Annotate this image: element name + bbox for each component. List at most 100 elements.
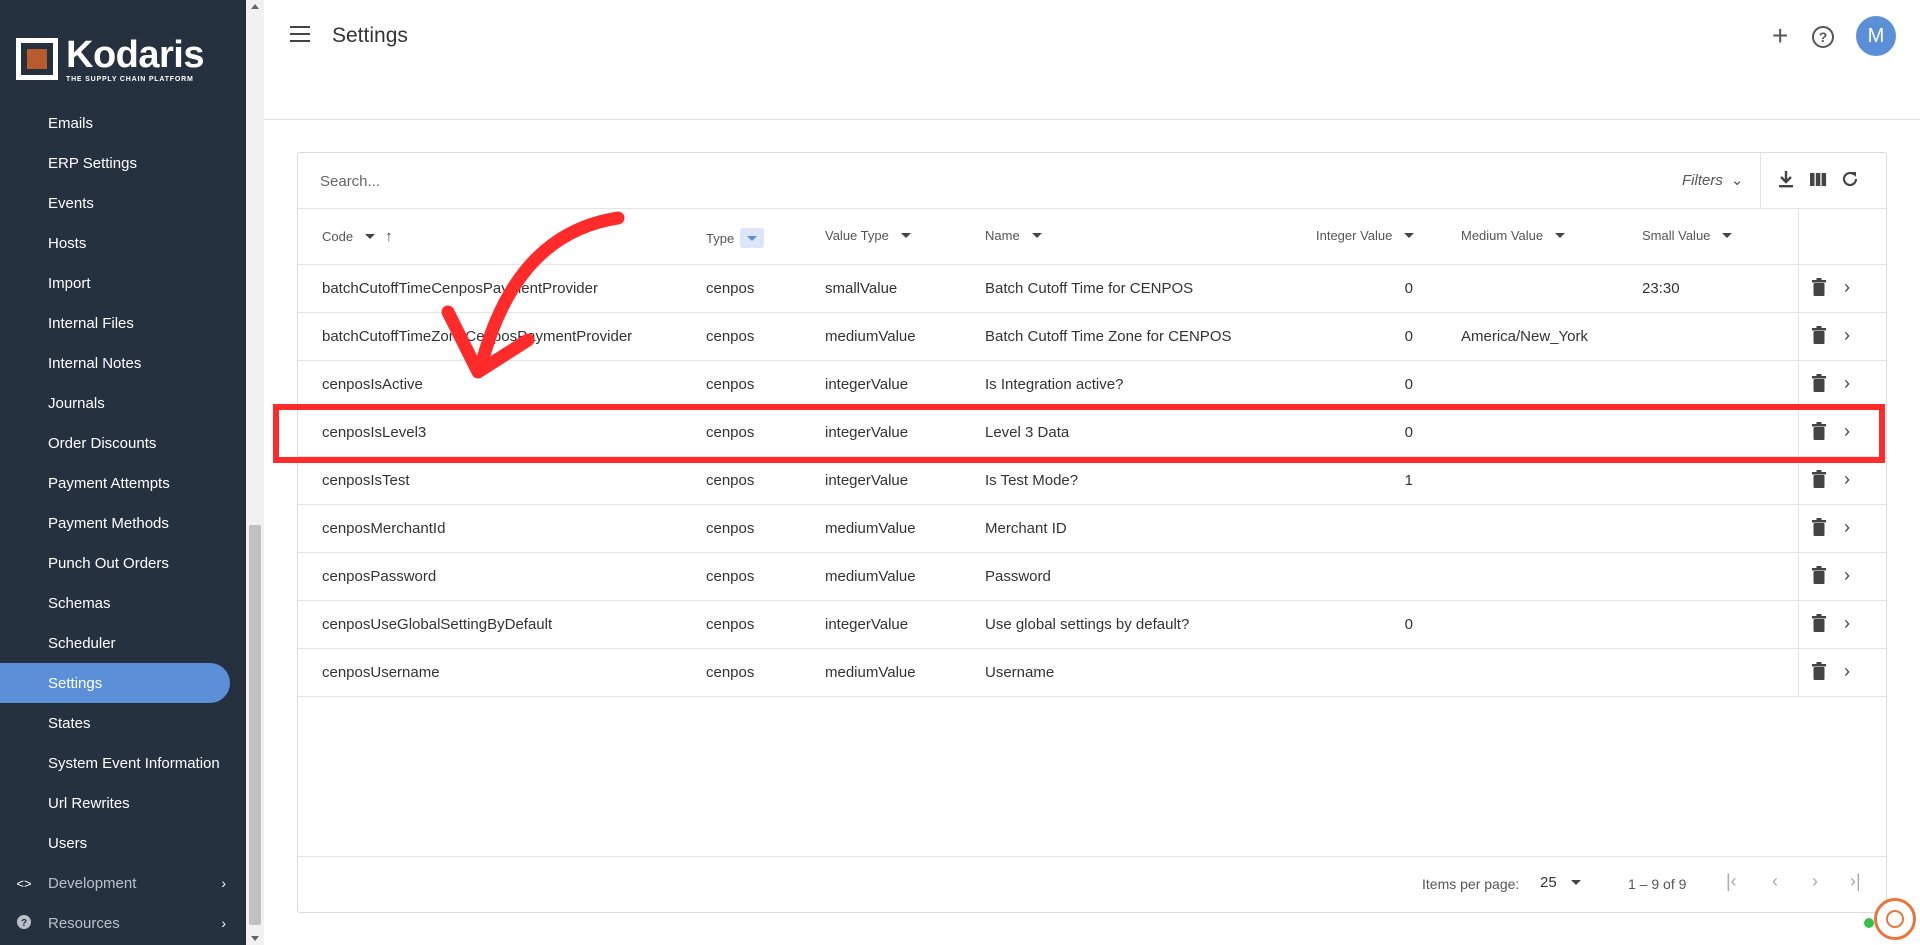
- filters-dropdown[interactable]: Filters ⌄: [1682, 171, 1743, 189]
- delete-icon[interactable]: [1812, 662, 1826, 680]
- menu-icon[interactable]: [290, 26, 312, 46]
- sidebar-item-emails[interactable]: Emails: [0, 103, 246, 143]
- scroll-down-icon[interactable]: [251, 936, 259, 941]
- help-circle-icon: ?: [14, 914, 34, 932]
- chevron-right-icon[interactable]: ›: [1844, 277, 1850, 298]
- scroll-up-icon[interactable]: [251, 4, 259, 9]
- table-footer: Items per page: 25 1 – 9 of 9 |‹ ‹ › ›|: [298, 856, 1886, 912]
- sidebar-group-label: Development: [48, 874, 137, 892]
- delete-icon[interactable]: [1812, 326, 1826, 344]
- column-header-small-value[interactable]: Small Value: [1642, 228, 1733, 243]
- first-page-icon[interactable]: |‹: [1726, 871, 1737, 892]
- filter-dropdown-icon[interactable]: [740, 228, 765, 248]
- column-header-name[interactable]: Name: [985, 228, 1042, 243]
- refresh-icon[interactable]: [1840, 169, 1862, 191]
- chevron-right-icon[interactable]: ›: [1844, 325, 1850, 346]
- next-page-icon[interactable]: ›: [1812, 871, 1818, 892]
- table-row[interactable]: cenposIsTest cenpos integerValue Is Test…: [298, 457, 1886, 505]
- delete-icon[interactable]: [1812, 278, 1826, 296]
- sidebar-item-settings[interactable]: Settings: [0, 663, 230, 703]
- delete-icon[interactable]: [1812, 518, 1826, 536]
- delete-icon[interactable]: [1812, 374, 1826, 392]
- sidebar-item-url-rewrites[interactable]: Url Rewrites: [0, 783, 246, 823]
- table-row[interactable]: cenposIsActive cenpos integerValue Is In…: [298, 361, 1886, 409]
- cell-value-type: integerValue: [825, 376, 909, 393]
- plus-icon[interactable]: +: [1772, 20, 1788, 52]
- cell-code: cenposUseGlobalSettingByDefault: [322, 616, 553, 633]
- sidebar-item-order-discounts[interactable]: Order Discounts: [0, 423, 246, 463]
- brand-name: Kodaris: [66, 33, 204, 76]
- table-header: Code ↑ Type Value Type Name Integer Valu…: [298, 209, 1886, 265]
- column-header-type[interactable]: Type: [706, 228, 765, 248]
- table-toolbar: Filters ⌄: [298, 153, 1886, 209]
- table-row[interactable]: cenposPassword cenpos mediumValue Passwo…: [298, 553, 1886, 601]
- chevron-right-icon: ›: [221, 875, 226, 891]
- cell-name: Batch Cutoff Time for CENPOS: [985, 280, 1194, 297]
- cell-code: cenposMerchantId: [322, 520, 446, 537]
- chevron-right-icon[interactable]: ›: [1844, 517, 1850, 538]
- sort-ascending-icon[interactable]: ↑: [385, 228, 393, 245]
- sidebar-item-journals[interactable]: Journals: [0, 383, 246, 423]
- search-input[interactable]: [320, 167, 1120, 195]
- sidebar-item-payment-methods[interactable]: Payment Methods: [0, 503, 246, 543]
- scroll-thumb[interactable]: [249, 525, 261, 925]
- chevron-right-icon[interactable]: ›: [1844, 469, 1850, 490]
- table-row[interactable]: cenposMerchantId cenpos mediumValue Merc…: [298, 505, 1886, 553]
- cell-integer-value: 0: [1404, 280, 1413, 297]
- table-row[interactable]: cenposUsername cenpos mediumValue Userna…: [298, 649, 1886, 697]
- caret-down-icon: [1570, 880, 1581, 885]
- delete-icon[interactable]: [1812, 566, 1826, 584]
- caret-down-icon: [900, 233, 911, 238]
- cell-value-type: smallValue: [825, 280, 898, 297]
- sidebar-group-resources[interactable]: ? Resources ›: [0, 903, 246, 943]
- column-header-code[interactable]: Code ↑: [322, 228, 393, 245]
- previous-page-icon[interactable]: ‹: [1772, 871, 1778, 892]
- sidebar-item-users[interactable]: Users: [0, 823, 246, 863]
- table-row[interactable]: batchCutoffTimeZoneCenposPaymentProvider…: [298, 313, 1886, 361]
- sidebar: Kodaris THE SUPPLY CHAIN PLATFORM Emails…: [0, 0, 246, 945]
- sidebar-item-system-event-information[interactable]: System Event Information: [0, 743, 246, 783]
- caret-down-icon: [1722, 233, 1733, 238]
- table-row[interactable]: batchCutoffTimeCenposPaymentProvider cen…: [298, 265, 1886, 313]
- sidebar-item-hosts[interactable]: Hosts: [0, 223, 246, 263]
- chevron-right-icon[interactable]: ›: [1844, 613, 1850, 634]
- sidebar-item-states[interactable]: States: [0, 703, 246, 743]
- cell-code: cenposIsTest: [322, 472, 410, 489]
- last-page-icon[interactable]: ›|: [1850, 871, 1861, 892]
- sidebar-item-schemas[interactable]: Schemas: [0, 583, 246, 623]
- delete-icon[interactable]: [1812, 470, 1826, 488]
- items-per-page-select[interactable]: 25: [1540, 874, 1581, 891]
- sidebar-item-erp-settings[interactable]: ERP Settings: [0, 143, 246, 183]
- cell-value-type: mediumValue: [825, 664, 916, 681]
- columns-icon[interactable]: [1808, 169, 1830, 191]
- download-icon[interactable]: [1776, 169, 1798, 191]
- avatar[interactable]: M: [1856, 16, 1896, 56]
- sidebar-item-punch-out-orders[interactable]: Punch Out Orders: [0, 543, 246, 583]
- chevron-right-icon[interactable]: ›: [1844, 565, 1850, 586]
- sidebar-group-development[interactable]: <> Development ›: [0, 863, 246, 903]
- sidebar-item-internal-notes[interactable]: Internal Notes: [0, 343, 246, 383]
- cell-type: cenpos: [706, 472, 755, 489]
- sidebar-nav: Emails ERP Settings Events Hosts Import …: [0, 103, 246, 943]
- chat-support-icon[interactable]: [1874, 898, 1916, 940]
- sidebar-scrollbar[interactable]: [246, 0, 264, 945]
- sidebar-item-events[interactable]: Events: [0, 183, 246, 223]
- chevron-right-icon[interactable]: ›: [1844, 661, 1850, 682]
- cell-code: batchCutoffTimeCenposPaymentProvider: [322, 280, 598, 297]
- cell-integer-value: 0: [1404, 376, 1413, 393]
- column-header-value-type[interactable]: Value Type: [825, 228, 911, 243]
- sidebar-item-internal-files[interactable]: Internal Files: [0, 303, 246, 343]
- help-icon[interactable]: ?: [1812, 26, 1834, 48]
- brand-logo[interactable]: Kodaris THE SUPPLY CHAIN PLATFORM: [0, 0, 246, 118]
- cell-type: cenpos: [706, 280, 755, 297]
- column-header-medium-value[interactable]: Medium Value: [1461, 228, 1566, 243]
- column-header-integer-value[interactable]: Integer Value: [1316, 228, 1415, 243]
- caret-down-icon: [1555, 233, 1566, 238]
- delete-icon[interactable]: [1812, 614, 1826, 632]
- cell-small-value: 23:30: [1642, 280, 1680, 297]
- chevron-right-icon[interactable]: ›: [1844, 373, 1850, 394]
- sidebar-item-scheduler[interactable]: Scheduler: [0, 623, 246, 663]
- sidebar-item-payment-attempts[interactable]: Payment Attempts: [0, 463, 246, 503]
- table-row[interactable]: cenposUseGlobalSettingByDefault cenpos i…: [298, 601, 1886, 649]
- sidebar-item-import[interactable]: Import: [0, 263, 246, 303]
